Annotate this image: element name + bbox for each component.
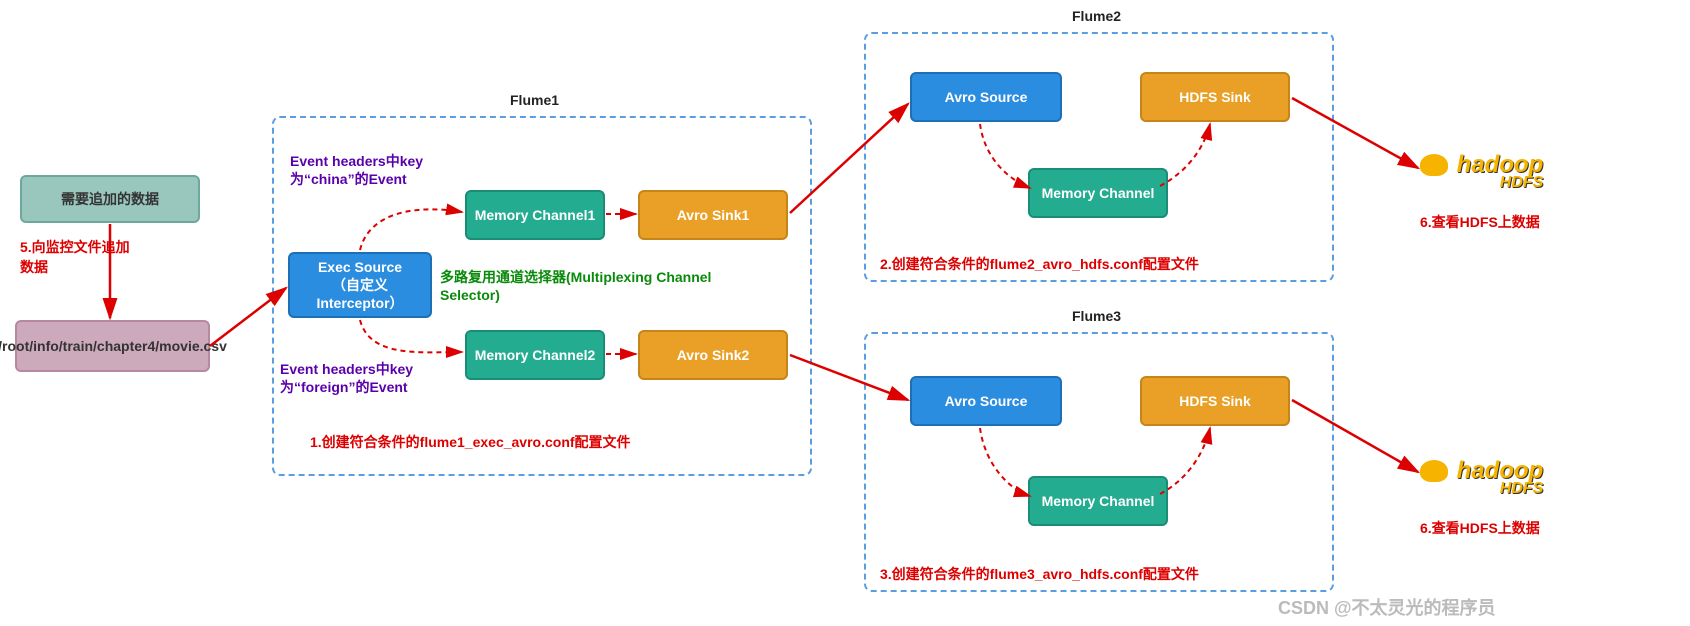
avro-sink1-box: Avro Sink1 bbox=[638, 190, 788, 240]
step2-label: 2.创建符合条件的flume2_avro_hdfs.conf配置文件 bbox=[880, 254, 1199, 274]
hadoop-logo-top: hadoop HDFS bbox=[1420, 150, 1543, 179]
flume2-avro-source-box: Avro Source bbox=[910, 72, 1062, 122]
step3-label: 3.创建符合条件的flume3_avro_hdfs.conf配置文件 bbox=[880, 564, 1199, 584]
file-path-box: /root/info/train/chapter4/movie.csv bbox=[15, 320, 210, 372]
append-data-label: 需要追加的数据 bbox=[61, 190, 159, 208]
exec-source-label: Exec Source （自定义Interceptor） bbox=[296, 258, 424, 313]
flume3-container bbox=[864, 332, 1334, 592]
file-path-label: /root/info/train/chapter4/movie.csv bbox=[0, 337, 227, 355]
watermark: CSDN @不太灵光的程序员 bbox=[1278, 594, 1496, 620]
elephant-icon bbox=[1420, 154, 1448, 176]
flume3-mem-box: Memory Channel bbox=[1028, 476, 1168, 526]
append-data-box: 需要追加的数据 bbox=[20, 175, 200, 223]
hadoop-logo-bottom: hadoop HDFS bbox=[1420, 456, 1543, 485]
mem-channel1-box: Memory Channel1 bbox=[465, 190, 605, 240]
flume3-hdfs-sink-box: HDFS Sink bbox=[1140, 376, 1290, 426]
step1-label: 1.创建符合条件的flume1_exec_avro.conf配置文件 bbox=[310, 432, 631, 452]
selector-label: 多路复用通道选择器(Multiplexing Channel Selector) bbox=[440, 268, 730, 304]
flume3-title: Flume3 bbox=[1072, 308, 1121, 324]
step6b-label: 6.查看HDFS上数据 bbox=[1420, 518, 1540, 538]
mem-channel2-box: Memory Channel2 bbox=[465, 330, 605, 380]
flume2-container bbox=[864, 32, 1334, 282]
flume2-title: Flume2 bbox=[1072, 8, 1121, 24]
avro-sink2-box: Avro Sink2 bbox=[638, 330, 788, 380]
step5-label: 5.向监控文件追加数据 bbox=[20, 238, 140, 277]
exec-source-box: Exec Source （自定义Interceptor） bbox=[288, 252, 432, 318]
flume3-avro-source-box: Avro Source bbox=[910, 376, 1062, 426]
flume1-title: Flume1 bbox=[510, 92, 559, 108]
flume2-hdfs-sink-box: HDFS Sink bbox=[1140, 72, 1290, 122]
step6a-label: 6.查看HDFS上数据 bbox=[1420, 212, 1540, 232]
elephant-icon bbox=[1420, 460, 1448, 482]
header-foreign-label: Event headers中key为“foreign”的Event bbox=[280, 360, 470, 396]
flume2-mem-box: Memory Channel bbox=[1028, 168, 1168, 218]
header-china-label: Event headers中key为“china”的Event bbox=[290, 152, 470, 188]
